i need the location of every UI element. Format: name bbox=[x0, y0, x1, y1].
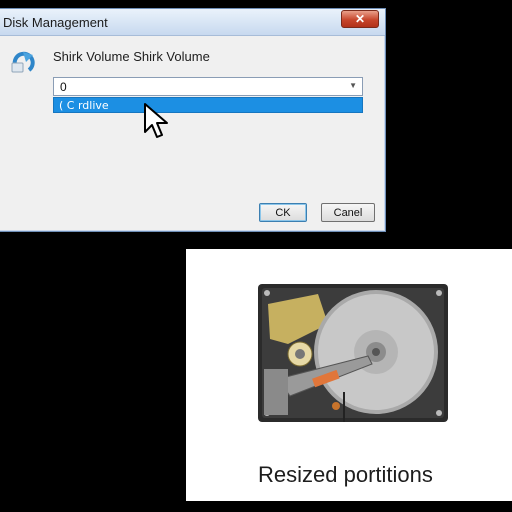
close-button[interactable]: ✕ bbox=[341, 10, 379, 28]
illustration-panel: Resized portitions bbox=[186, 249, 512, 501]
hard-drive-illustration bbox=[258, 284, 448, 422]
option-label: ( C rdlive bbox=[59, 99, 109, 112]
dropdown-option-c-drive[interactable]: ( C rdlive bbox=[53, 97, 363, 113]
close-icon: ✕ bbox=[354, 12, 366, 26]
cancel-button[interactable]: Canel bbox=[321, 203, 375, 222]
ok-button[interactable]: CK bbox=[259, 203, 307, 222]
dialog-heading: Shirk Volume Shirk Volume bbox=[53, 49, 210, 64]
shrink-volume-dialog: Disk Management ✕ Shirk Volume Shirk Vol… bbox=[0, 8, 386, 232]
illustration-caption: Resized portitions bbox=[258, 462, 433, 487]
window-title: Disk Management bbox=[3, 15, 108, 30]
combo-value: 0 bbox=[60, 80, 67, 94]
mouse-pointer-icon bbox=[144, 103, 168, 138]
disk-management-icon bbox=[11, 51, 35, 73]
title-bar[interactable]: Disk Management ✕ bbox=[0, 9, 385, 36]
drive-combobox[interactable]: 0 ▼ bbox=[53, 77, 363, 96]
chevron-down-icon[interactable]: ▼ bbox=[349, 81, 357, 90]
